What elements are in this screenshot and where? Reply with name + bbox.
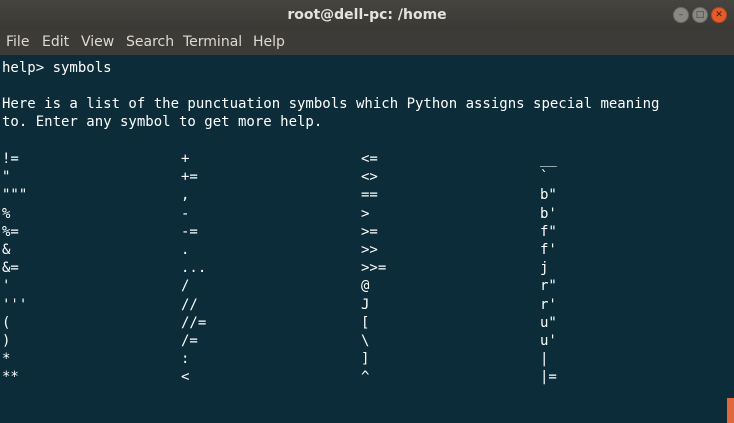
symbol-entry: >= [361, 223, 378, 240]
symbol-entry: b" [540, 187, 557, 204]
symbol-entry: : [181, 351, 190, 368]
symbol-entry: ' [2, 278, 11, 295]
symbol-entry: <> [361, 169, 378, 186]
symbol-entry: / [181, 278, 190, 295]
symbol-entry: /= [181, 333, 198, 349]
menu-help[interactable]: Help [253, 30, 285, 55]
close-icon[interactable]: ✕ [711, 7, 727, 23]
menu-terminal[interactable]: Terminal [183, 30, 242, 55]
intro-line-1: Here is a list of the punctuation symbol… [2, 96, 660, 112]
menu-file[interactable]: File [6, 30, 29, 55]
symbol-entry: |= [540, 369, 557, 386]
symbol-entry: ] [361, 351, 370, 368]
symbol-entry: __ [540, 151, 557, 167]
symbol-entry: - [181, 205, 190, 222]
prompt-line: help> symbols [2, 60, 112, 76]
intro-line-2: to. Enter any symbol to get more help. [2, 114, 323, 130]
symbol-entry: , [181, 187, 190, 204]
symbol-entry: f" [540, 223, 557, 240]
symbol-entry: f' [540, 242, 557, 258]
menu-search[interactable]: Search [126, 30, 174, 55]
symbol-entry: != [2, 151, 19, 167]
symbol-entry: r' [540, 296, 557, 313]
symbol-entry: < [181, 369, 190, 386]
symbol-entry: u' [540, 333, 557, 349]
symbol-entry: J [361, 296, 370, 313]
symbol-entry: & [2, 242, 11, 258]
symbol-entry: j [540, 260, 549, 277]
symbol-entry: % [2, 205, 11, 222]
terminal-window: root@dell-pc: /home – □ ✕ File Edit View… [0, 0, 734, 423]
symbol-entry: r" [540, 278, 557, 295]
symbol-entry: ^ [361, 369, 370, 386]
symbol-entry: """ [2, 187, 28, 204]
symbol-entry: // [181, 296, 198, 313]
symbol-entry: * [2, 351, 11, 368]
symbol-entry: ** [2, 369, 19, 386]
symbol-entry: . [181, 242, 190, 258]
symbol-entry: += [181, 169, 198, 186]
menu-edit[interactable]: Edit [42, 30, 69, 55]
symbol-entry: >> [361, 242, 378, 258]
symbol-entry: [ [361, 314, 370, 331]
window-title: root@dell-pc: /home [287, 7, 447, 23]
symbol-entry: u" [540, 314, 557, 331]
symbol-entry: >>= [361, 260, 387, 277]
scrollbar-thumb[interactable] [727, 398, 734, 423]
symbol-entry: //= [181, 314, 207, 331]
symbol-entry: " [2, 169, 11, 186]
terminal-output[interactable]: help> symbols Here is a list of the punc… [0, 55, 734, 423]
symbol-entry: \ [361, 333, 370, 349]
menu-bar: File Edit View Search Terminal Help [0, 30, 734, 55]
symbol-entry: ( [2, 314, 11, 331]
symbol-entry: b' [540, 205, 557, 222]
symbol-entry: > [361, 205, 370, 222]
symbol-entry: <= [361, 151, 378, 167]
title-bar[interactable]: root@dell-pc: /home – □ ✕ [0, 0, 734, 30]
minimize-icon[interactable]: – [673, 7, 689, 23]
symbol-entry: ` [540, 169, 549, 186]
symbol-entry: ''' [2, 296, 28, 313]
symbol-entry: @ [361, 278, 370, 295]
symbol-entry: -= [181, 223, 198, 240]
symbol-entry: ... [181, 260, 207, 277]
symbol-entry: ) [2, 333, 11, 349]
symbol-entry: &= [2, 260, 19, 277]
maximize-icon[interactable]: □ [692, 7, 708, 23]
menu-view[interactable]: View [81, 30, 114, 55]
symbol-entry: | [540, 351, 549, 368]
symbol-entry: + [181, 151, 190, 167]
symbol-entry: == [361, 187, 378, 204]
symbol-entry: %= [2, 223, 19, 240]
